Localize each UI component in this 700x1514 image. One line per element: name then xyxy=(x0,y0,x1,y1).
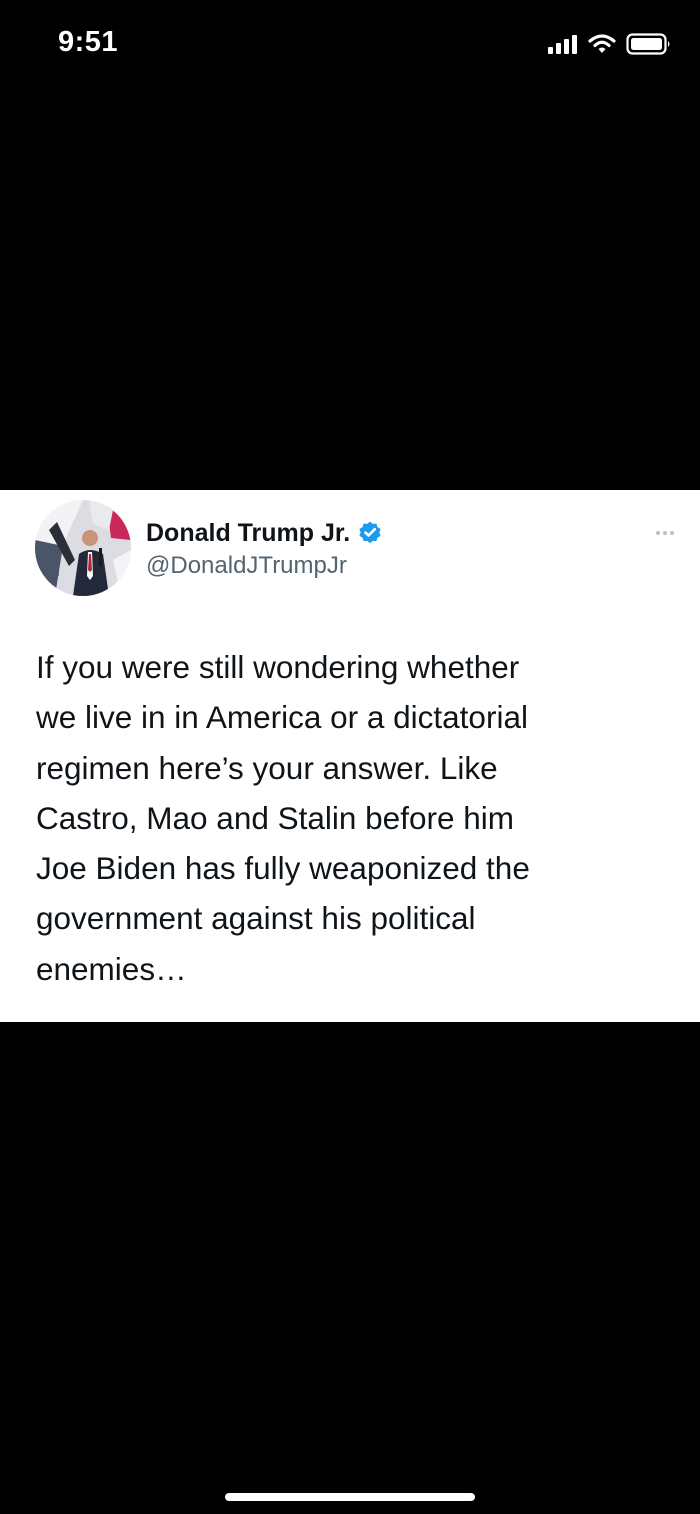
verified-badge-icon xyxy=(359,521,381,544)
tweet-text: If you were still wondering whether we l… xyxy=(36,642,666,994)
tweet-text-line: Castro, Mao and Stalin before him xyxy=(36,799,514,836)
author-name[interactable]: Donald Trump Jr. xyxy=(146,519,350,548)
avatar[interactable] xyxy=(35,500,131,596)
tweet-card[interactable]: Donald Trump Jr. @DonaldJTrumpJr If you … xyxy=(0,490,700,1022)
battery-icon xyxy=(626,33,670,55)
status-bar: 9:51 xyxy=(0,0,700,90)
status-time: 9:51 xyxy=(58,26,119,58)
profile-photo xyxy=(35,500,131,596)
home-indicator[interactable] xyxy=(225,1493,475,1501)
more-options-icon[interactable] xyxy=(650,526,680,540)
tweet-text-line: Joe Biden has fully weaponized the xyxy=(36,850,530,887)
tweet-text-line: enemies… xyxy=(36,950,187,987)
author-block[interactable]: Donald Trump Jr. @DonaldJTrumpJr xyxy=(146,516,383,580)
wifi-icon xyxy=(588,34,616,53)
status-icons xyxy=(548,30,672,58)
tweet-text-line: If you were still wondering whether xyxy=(36,649,520,685)
tweet-text-line: we live in in America or a dictatorial xyxy=(36,699,528,736)
tweet-text-line: regimen here’s your answer. Like xyxy=(36,749,498,786)
cellular-signal-icon xyxy=(548,35,577,54)
author-handle[interactable]: @DonaldJTrumpJr xyxy=(146,552,383,580)
tweet-text-line: government against his political xyxy=(36,900,476,937)
